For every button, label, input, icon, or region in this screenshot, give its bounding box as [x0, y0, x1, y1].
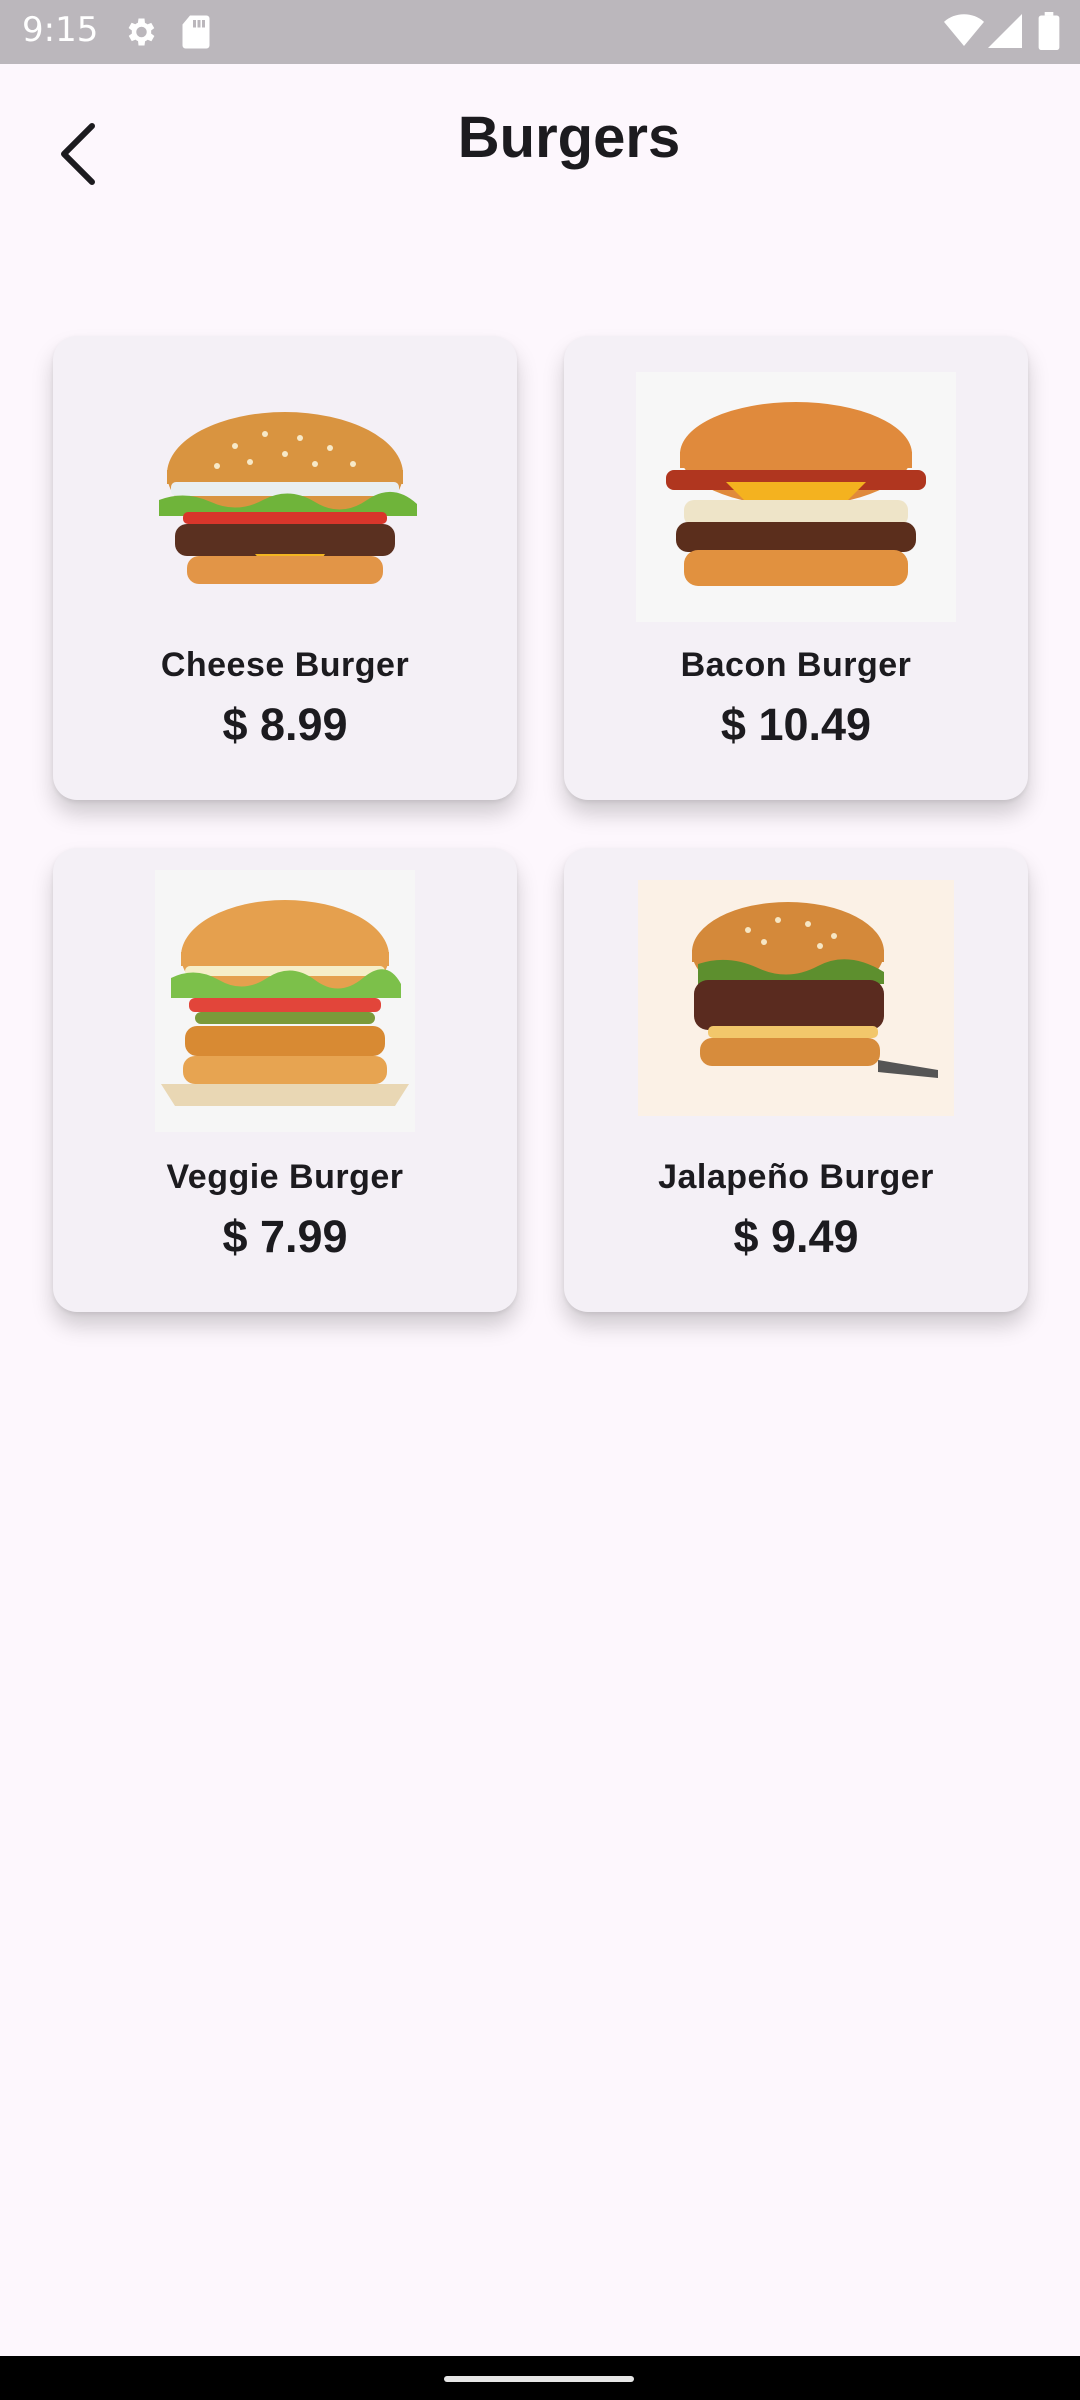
signal-icon	[988, 14, 1022, 53]
product-price: $ 10.49	[720, 699, 872, 750]
home-gesture-handle[interactable]	[444, 2376, 634, 2382]
product-name: Veggie Burger	[166, 1158, 404, 1196]
settings-icon	[122, 14, 158, 55]
battery-icon	[1038, 12, 1060, 55]
product-image	[636, 372, 956, 622]
product-name: Bacon Burger	[680, 646, 912, 684]
product-name: Cheese Burger	[160, 646, 410, 684]
app-bar: Burgers	[0, 64, 1080, 234]
product-card[interactable]: Jalapeño Burger $ 9.49	[564, 848, 1028, 1312]
product-name: Jalapeño Burger	[658, 1158, 934, 1196]
product-image	[125, 372, 445, 622]
page-title: Burgers	[457, 105, 681, 170]
product-price: $ 9.49	[733, 1211, 859, 1262]
product-card[interactable]: Cheese Burger $ 8.99	[53, 336, 517, 800]
product-image	[638, 880, 954, 1116]
sd-card-icon	[180, 14, 212, 55]
product-card[interactable]: Bacon Burger $ 10.49	[564, 336, 1028, 800]
wifi-icon	[944, 14, 984, 53]
product-price: $ 8.99	[222, 699, 348, 750]
status-time: 9:15	[22, 10, 99, 50]
product-price: $ 7.99	[222, 1211, 348, 1262]
navigation-bar	[0, 2356, 1080, 2400]
product-image	[155, 870, 415, 1132]
product-card[interactable]: Veggie Burger $ 7.99	[53, 848, 517, 1312]
status-bar: 9:15	[0, 0, 1080, 64]
